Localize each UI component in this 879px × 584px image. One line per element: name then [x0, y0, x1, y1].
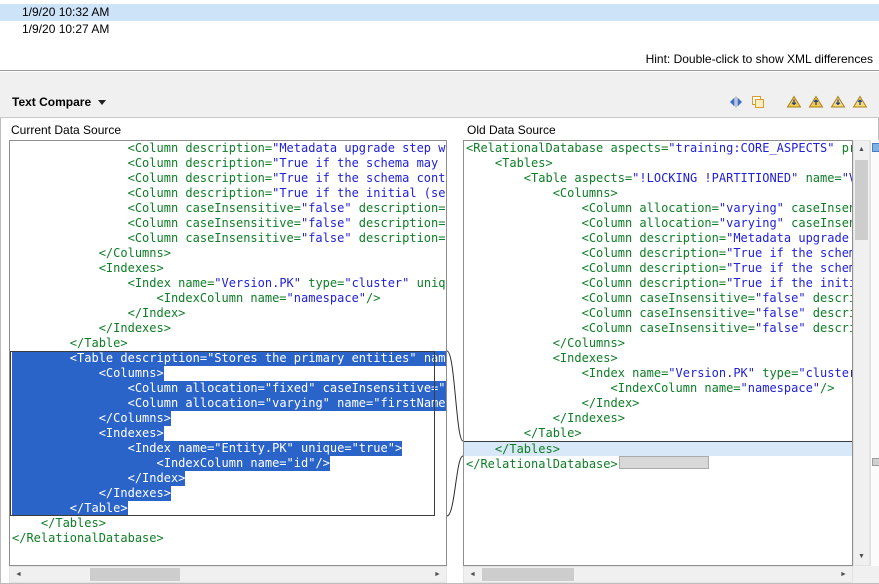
hint-text: Hint: Double-click to show XML differenc… — [646, 52, 873, 66]
next-difference-icon[interactable] — [783, 92, 805, 112]
code-line: <Columns> — [10, 366, 446, 381]
history-list[interactable]: 1/9/20 10:32 AM1/9/20 10:27 AM — [0, 0, 879, 46]
code-line: <Column description="True if the schema … — [464, 261, 852, 276]
scrollbar-corner — [853, 566, 879, 583]
left-horizontal-scrollbar-thumb[interactable] — [90, 568, 180, 581]
code-line: <Table aspects="!LOCKING !PARTITIONED" n… — [464, 171, 852, 186]
code-line: </Index> — [10, 471, 446, 486]
overview-ruler[interactable] — [870, 140, 879, 566]
code-line: <Column caseInsensitive="false" descript… — [10, 216, 446, 231]
previous-change-icon[interactable] — [849, 92, 871, 112]
code-line: <Column description="True if the schema … — [10, 171, 446, 186]
code-line: <Column allocation="varying" caseInsensi… — [464, 201, 852, 216]
right-pane-title: Old Data Source — [467, 122, 556, 138]
code-line: </Index> — [464, 396, 852, 411]
code-line: </Columns> — [10, 411, 446, 426]
code-line: <Table description="Stores the primary e… — [10, 351, 446, 366]
code-line: <Index name="Version.PK" type="cluster" … — [464, 366, 852, 381]
compare-toolbar: Text Compare — [0, 72, 879, 118]
history-row[interactable]: 1/9/20 10:32 AM — [0, 4, 879, 21]
code-line: </Indexes> — [10, 486, 446, 501]
code-line: <Columns> — [464, 186, 852, 201]
code-line: <Column description="True if the initial… — [10, 186, 446, 201]
old-data-source-pane[interactable]: <RelationalDatabase aspects="training:CO… — [463, 140, 853, 566]
code-line: <Column description="True if the schema … — [464, 246, 852, 261]
scroll-left-arrow-icon[interactable]: ◄ — [11, 567, 26, 582]
code-line: <Column caseInsensitive="false" descript… — [10, 231, 446, 246]
scroll-left-arrow-icon[interactable]: ◄ — [465, 567, 480, 582]
code-line: </Tables> — [464, 441, 852, 456]
code-line: <Column allocation="varying" name="first… — [10, 396, 446, 411]
compare-mode-label: Text Compare — [12, 95, 91, 109]
code-line: </Indexes> — [464, 411, 852, 426]
code-line: </Index> — [10, 306, 446, 321]
scroll-right-arrow-icon[interactable]: ► — [430, 567, 445, 582]
swap-panes-icon[interactable] — [725, 92, 747, 112]
compare-area: Current Data Source Old Data Source <Col… — [0, 118, 879, 584]
hint-area: Hint: Double-click to show XML differenc… — [0, 46, 879, 70]
previous-difference-icon[interactable] — [805, 92, 827, 112]
code-line: </Table> — [10, 501, 446, 516]
code-line: <Column description="Metadata upgrade st… — [10, 141, 446, 156]
code-line: <Column description="True if the schema … — [10, 156, 446, 171]
code-line: <Index name="Version.PK" type="cluster" … — [10, 276, 446, 291]
code-line: <Column description="Metadata upgrade st… — [464, 231, 852, 246]
code-line: <Indexes> — [10, 426, 446, 441]
code-line: </Table> — [464, 426, 852, 441]
toolbar-icons — [725, 92, 871, 112]
right-horizontal-scrollbar-thumb[interactable] — [482, 568, 574, 581]
vertical-scrollbar-thumb[interactable] — [855, 160, 868, 240]
scroll-right-arrow-icon[interactable]: ► — [836, 567, 851, 582]
overview-marker[interactable] — [872, 458, 879, 466]
code-line: </Tables> — [10, 516, 446, 531]
code-line: </RelationalDatabase> — [464, 456, 852, 471]
next-change-icon[interactable] — [827, 92, 849, 112]
left-pane-title: Current Data Source — [11, 122, 121, 138]
vertical-scrollbar[interactable]: ▲ ▼ — [853, 140, 870, 566]
code-line: <IndexColumn name="id"/> — [10, 456, 446, 471]
code-line: <Tables> — [464, 156, 852, 171]
copy-all-non-conflicting-icon[interactable] — [747, 92, 769, 112]
code-line: </Indexes> — [10, 321, 446, 336]
compare-mode-dropdown[interactable]: Text Compare — [12, 95, 106, 109]
code-line: </Columns> — [464, 336, 852, 351]
code-line: <Column description="True if the initial… — [464, 276, 852, 291]
code-line: <Column caseInsensitive="false" descript… — [464, 306, 852, 321]
compare-editor: 1/9/20 10:32 AM1/9/20 10:27 AM Hint: Dou… — [0, 0, 879, 584]
code-line: <Indexes> — [464, 351, 852, 366]
history-row[interactable]: 1/9/20 10:27 AM — [0, 21, 879, 38]
code-line: <Column allocation="varying" caseInsensi… — [464, 216, 852, 231]
chevron-down-icon — [98, 100, 106, 105]
scroll-down-arrow-icon[interactable]: ▼ — [854, 549, 869, 564]
code-line: <Column caseInsensitive="false" descript… — [464, 291, 852, 306]
code-line: <IndexColumn name="namespace"/> — [10, 291, 446, 306]
code-line: <RelationalDatabase aspects="training:CO… — [464, 141, 852, 156]
code-line: </Table> — [10, 336, 446, 351]
current-data-source-pane[interactable]: <Column description="Metadata upgrade st… — [9, 140, 447, 566]
code-line: <Column caseInsensitive="false" descript… — [464, 321, 852, 336]
scroll-up-arrow-icon[interactable]: ▲ — [854, 142, 869, 157]
overview-marker[interactable] — [872, 143, 879, 152]
code-line: <Column caseInsensitive="false" descript… — [10, 201, 446, 216]
empty-diff-marker — [619, 456, 709, 469]
code-line: <Column allocation="fixed" caseInsensiti… — [10, 381, 446, 396]
left-horizontal-scrollbar[interactable]: ◄ ► — [9, 566, 447, 583]
code-line: <Index name="Entity.PK" unique="true"> — [10, 441, 446, 456]
code-line: </RelationalDatabase> — [10, 531, 446, 546]
code-line: <IndexColumn name="namespace"/> — [464, 381, 852, 396]
code-line: <Indexes> — [10, 261, 446, 276]
right-horizontal-scrollbar[interactable]: ◄ ► — [463, 566, 853, 583]
code-line: </Columns> — [10, 246, 446, 261]
